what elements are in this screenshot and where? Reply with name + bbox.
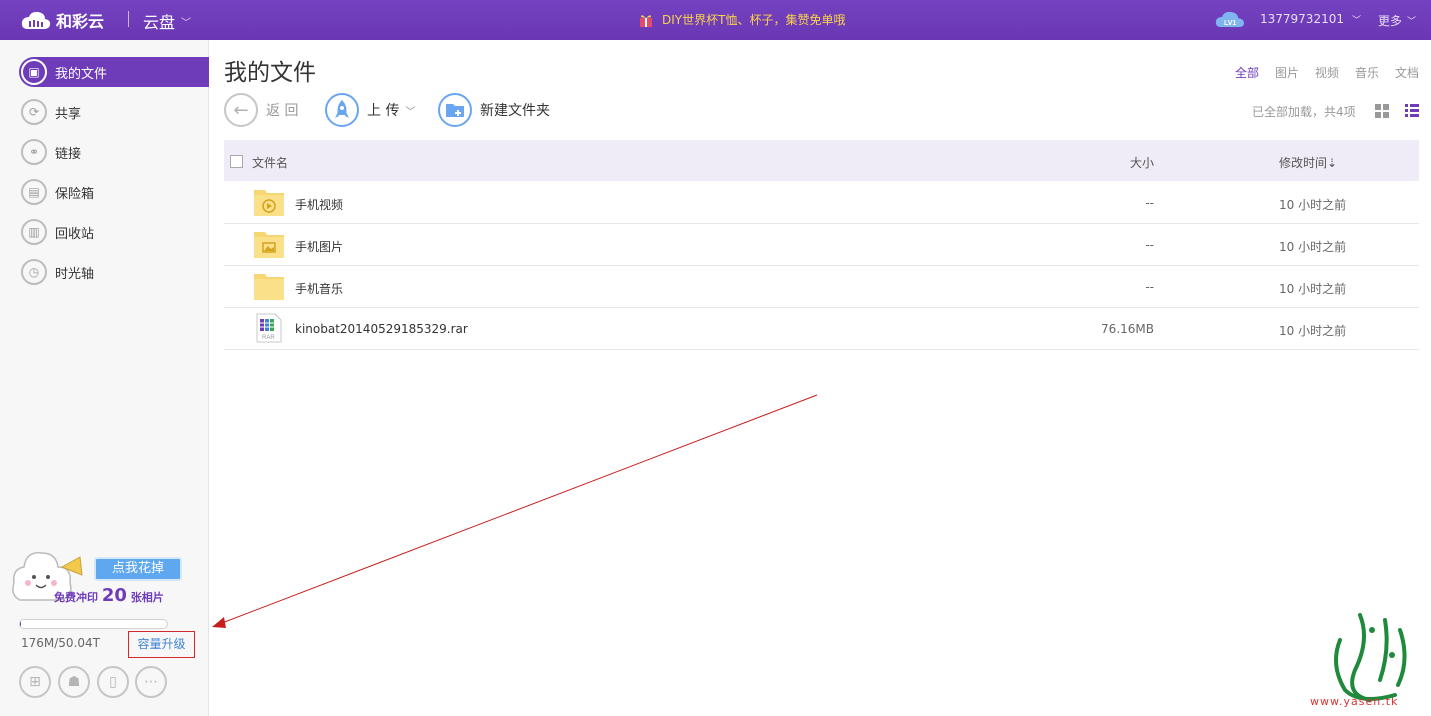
sidebar-item-label: 链接 xyxy=(55,146,82,162)
sidebar-item-timeline[interactable]: ◷ 时光轴 xyxy=(19,257,209,287)
sidebar-item-label: 回收站 xyxy=(55,226,95,242)
mobile-client-icon[interactable]: ▯ xyxy=(97,666,129,698)
back-label: 返 回 xyxy=(266,103,299,119)
column-name[interactable]: 文件名 xyxy=(252,154,288,171)
promo-caption-pre: 免费冲印 xyxy=(54,591,98,604)
sidebar-item-label: 时光轴 xyxy=(55,266,95,282)
link-icon: ⚭ xyxy=(21,139,47,165)
list-view-icon[interactable] xyxy=(1405,104,1419,118)
more-clients-icon[interactable]: ⋯ xyxy=(135,666,167,698)
more-menu[interactable]: 更多 ﹀ xyxy=(1378,12,1416,29)
filter-music[interactable]: 音乐 xyxy=(1355,64,1379,81)
promo-caption-post: 张相片 xyxy=(130,591,164,604)
video-folder-icon xyxy=(254,190,284,216)
sidebar-item-share[interactable]: ⟳ 共享 xyxy=(19,97,209,127)
level-badge-icon: LV1 xyxy=(1215,11,1244,27)
sidebar-item-label: 我的文件 xyxy=(55,66,108,82)
image-folder-icon xyxy=(254,232,284,258)
header-divider xyxy=(128,11,129,27)
rar-file-icon: RAR xyxy=(256,313,282,343)
top-bar: 和彩云 云盘 ﹀ DIY世界杯T恤、杯子，集赞免单哦 LV1 137797321… xyxy=(0,0,1431,40)
safe-icon: ▤ xyxy=(21,179,47,205)
sidebar-item-link[interactable]: ⚭ 链接 xyxy=(19,137,209,167)
sidebar: ▣ 我的文件 ⟳ 共享 ⚭ 链接 ▤ 保险箱 ▥ 回收站 ◷ 时光轴 xyxy=(0,40,209,716)
watermark-url: www.yasen.tk xyxy=(1310,695,1399,708)
file-size: -- xyxy=(1145,238,1154,252)
column-size[interactable]: 大小 xyxy=(1130,154,1154,171)
file-size: 76.16MB xyxy=(1101,322,1154,336)
sidebar-item-label: 保险箱 xyxy=(55,186,95,202)
filter-all[interactable]: 全部 xyxy=(1235,64,1259,81)
file-name[interactable]: kinobat20140529185329.rar xyxy=(295,322,468,336)
select-all-checkbox[interactable] xyxy=(230,155,243,168)
svg-text:RAR: RAR xyxy=(262,335,275,341)
file-table-header: 文件名 大小 修改时间⇣ xyxy=(224,140,1419,181)
product-name: 云盘 xyxy=(143,13,176,32)
windows-client-icon[interactable]: ⊞ xyxy=(19,666,51,698)
back-arrow-icon: ← xyxy=(224,93,258,127)
clock-icon: ◷ xyxy=(21,259,47,285)
chevron-down-icon: ﹀ xyxy=(1407,17,1417,27)
storage-quota-fill xyxy=(20,620,22,628)
level-badge-text: LV1 xyxy=(1224,20,1236,27)
gift-icon xyxy=(640,14,652,27)
file-modified: 10 小时之前 xyxy=(1279,282,1347,296)
page-title: 我的文件 xyxy=(224,60,316,86)
promo-caption: 免费冲印 20 张相片 xyxy=(54,585,164,606)
table-row[interactable]: RAR kinobat20140529185329.rar 76.16MB 10… xyxy=(224,308,1419,350)
filter-videos[interactable]: 视频 xyxy=(1315,64,1339,81)
photo-print-promo[interactable]: 点我花掉 免费冲印 20 张相片 xyxy=(10,545,182,607)
promo-caption-number: 20 xyxy=(101,585,127,606)
grid-view-icon[interactable] xyxy=(1375,104,1389,118)
file-modified: 10 小时之前 xyxy=(1279,240,1347,254)
new-folder-button[interactable]: 新建文件夹 xyxy=(438,93,550,127)
file-name[interactable]: 手机图片 xyxy=(295,238,343,255)
new-folder-icon xyxy=(438,93,472,127)
account-menu[interactable]: 13779732101 ﹀ xyxy=(1260,12,1361,26)
table-row[interactable]: 手机视频 -- 10 小时之前 xyxy=(224,182,1419,224)
promo-banner[interactable]: DIY世界杯T恤、杯子，集赞免单哦 xyxy=(638,11,845,28)
folder-icon xyxy=(254,274,284,300)
trash-icon: ▥ xyxy=(21,219,47,245)
file-size: -- xyxy=(1145,196,1154,210)
new-folder-label: 新建文件夹 xyxy=(480,103,550,119)
upload-label: 上 传 xyxy=(367,103,400,119)
upload-button[interactable]: 上 传 ﹀ xyxy=(325,93,415,127)
promo-text: DIY世界杯T恤、杯子，集赞免单哦 xyxy=(662,13,846,27)
annotation-arrow xyxy=(212,394,818,628)
file-modified: 10 小时之前 xyxy=(1279,198,1347,212)
sidebar-item-safe[interactable]: ▤ 保险箱 xyxy=(19,177,209,207)
table-row[interactable]: 手机音乐 -- 10 小时之前 xyxy=(224,266,1419,308)
sidebar-item-my-files[interactable]: ▣ 我的文件 xyxy=(19,57,209,87)
file-modified: 10 小时之前 xyxy=(1279,324,1347,338)
chevron-down-icon: ﹀ xyxy=(181,17,192,29)
column-modified[interactable]: 修改时间⇣ xyxy=(1279,154,1337,171)
sidebar-item-trash[interactable]: ▥ 回收站 xyxy=(19,217,209,247)
upgrade-storage-link[interactable]: 容量升级 xyxy=(128,631,195,658)
my-files-icon: ▣ xyxy=(21,59,47,85)
chevron-down-icon: ﹀ xyxy=(405,106,416,118)
back-button[interactable]: ← 返 回 xyxy=(224,93,298,127)
storage-quota-text: 176M/50.04T xyxy=(21,636,100,650)
brand-logo[interactable]: 和彩云 xyxy=(20,8,104,32)
share-icon: ⟳ xyxy=(21,99,47,125)
cloud-logo-icon xyxy=(21,11,51,29)
filter-images[interactable]: 图片 xyxy=(1275,64,1299,81)
file-name[interactable]: 手机视频 xyxy=(295,196,343,213)
account-phone: 13779732101 xyxy=(1260,12,1344,26)
file-size: -- xyxy=(1145,280,1154,294)
brand-name: 和彩云 xyxy=(56,12,105,31)
filter-documents[interactable]: 文档 xyxy=(1395,64,1419,81)
product-switcher[interactable]: 云盘 ﹀ xyxy=(143,9,191,33)
sidebar-item-label: 共享 xyxy=(55,106,82,122)
spend-button[interactable]: 点我花掉 xyxy=(94,557,182,581)
rocket-upload-icon xyxy=(325,93,359,127)
chevron-down-icon: ﹀ xyxy=(1351,15,1361,26)
file-name[interactable]: 手机音乐 xyxy=(295,280,343,297)
storage-quota-bar xyxy=(19,619,168,629)
android-client-icon[interactable]: ☗ xyxy=(58,666,90,698)
load-status: 已全部加载，共4项 xyxy=(1252,105,1356,119)
more-label: 更多 xyxy=(1378,14,1403,28)
table-row[interactable]: 手机图片 -- 10 小时之前 xyxy=(224,224,1419,266)
